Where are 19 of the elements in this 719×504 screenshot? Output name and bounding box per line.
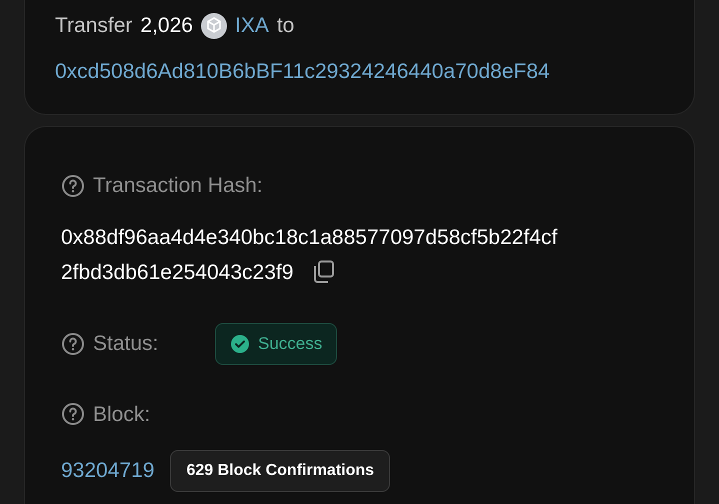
block-label: Block: xyxy=(93,402,150,428)
transaction-hash: 0x88df96aa4d4e340bc18c1a88577097d58cf5b22f4cf xyxy=(61,224,558,250)
copy-icon[interactable] xyxy=(313,260,336,284)
help-icon xyxy=(61,174,85,198)
recipient-address-link[interactable]: 0xcd508d6Ad810B6bBF11c29324246440a70d8eF84 xyxy=(55,56,694,87)
help-icon xyxy=(61,402,85,426)
transfer-amount: 2,026 xyxy=(140,13,193,39)
transfer-label: Transfer xyxy=(55,13,132,39)
check-circle-icon xyxy=(230,334,250,354)
to-label: to xyxy=(276,13,294,39)
transaction-hash-label: Transaction Hash: xyxy=(93,173,263,199)
transaction-hash: 2fbd3db61e254043c23f9 xyxy=(61,260,294,286)
status-label: Status: xyxy=(93,330,158,357)
confirmations-badge: 629 Block Confirmations xyxy=(170,450,390,492)
token-icon xyxy=(200,12,227,39)
help-icon xyxy=(61,332,85,356)
token-link[interactable]: IXA xyxy=(234,10,269,42)
block-number-link[interactable]: 93204719 xyxy=(61,455,154,487)
status-badge: Success xyxy=(215,322,338,364)
